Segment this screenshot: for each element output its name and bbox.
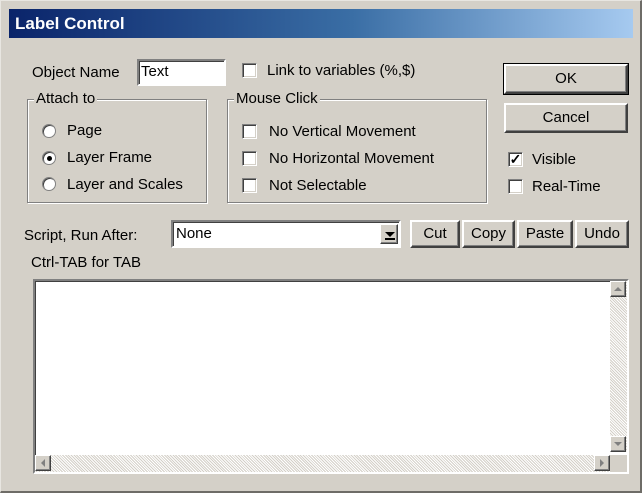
checkmark-icon: ✓ — [509, 151, 522, 167]
arrow-right-icon[interactable] — [594, 455, 610, 471]
vertical-scrollbar[interactable] — [610, 281, 627, 452]
link-variables-label: Link to variables (%,$) — [267, 62, 416, 79]
radio-page[interactable] — [42, 124, 56, 138]
radio-selected-dot — [47, 156, 52, 161]
script-run-after-value: None — [176, 225, 212, 242]
copy-button[interactable]: Copy — [462, 220, 515, 248]
chevron-down-icon[interactable] — [380, 224, 398, 244]
ctrl-tab-hint: Ctrl-TAB for TAB — [31, 254, 142, 271]
mouse-click-legend: Mouse Click — [234, 89, 320, 109]
arrow-left-icon[interactable] — [35, 455, 51, 471]
script-editor[interactable] — [33, 279, 629, 474]
paste-button[interactable]: Paste — [517, 220, 573, 248]
no-vertical-movement-label: No Vertical Movement — [269, 123, 416, 140]
title-bar[interactable]: Label Control — [9, 9, 633, 38]
no-horizontal-movement-checkbox[interactable] — [242, 151, 257, 166]
window-title: Label Control — [15, 14, 125, 33]
undo-button[interactable]: Undo — [575, 220, 629, 248]
realtime-label: Real-Time — [532, 178, 601, 195]
script-run-after-select[interactable]: None — [171, 220, 401, 248]
not-selectable-checkbox[interactable] — [242, 178, 257, 193]
no-horizontal-movement-label: No Horizontal Movement — [269, 150, 435, 167]
radio-layer-and-scales-label: Layer and Scales — [67, 176, 183, 193]
not-selectable-label: Not Selectable — [269, 177, 367, 194]
script-label: Script, Run After: — [24, 227, 138, 244]
arrow-down-icon[interactable] — [610, 436, 626, 452]
visible-checkbox[interactable]: ✓ — [508, 152, 523, 167]
object-name-label: Object Name — [32, 64, 120, 81]
label-control-dialog: Label Control Object Name Text Link to v… — [0, 0, 642, 493]
arrow-up-icon[interactable] — [610, 281, 626, 297]
cut-button[interactable]: Cut — [410, 220, 460, 248]
attach-to-legend: Attach to — [34, 89, 98, 109]
visible-label: Visible — [532, 151, 576, 168]
cancel-button[interactable]: Cancel — [504, 103, 628, 133]
scrollbar-corner — [610, 455, 627, 472]
object-name-value: Text — [141, 63, 169, 80]
realtime-checkbox[interactable] — [508, 179, 523, 194]
object-name-field[interactable]: Text — [137, 59, 226, 86]
radio-layer-frame-label: Layer Frame — [67, 149, 153, 166]
ok-button[interactable]: OK — [503, 63, 629, 95]
radio-layer-frame[interactable] — [42, 151, 56, 165]
no-vertical-movement-checkbox[interactable] — [242, 124, 257, 139]
horizontal-scrollbar[interactable] — [35, 455, 610, 472]
radio-page-label: Page — [67, 122, 103, 139]
link-variables-checkbox[interactable] — [242, 63, 257, 78]
radio-layer-and-scales[interactable] — [42, 177, 56, 191]
